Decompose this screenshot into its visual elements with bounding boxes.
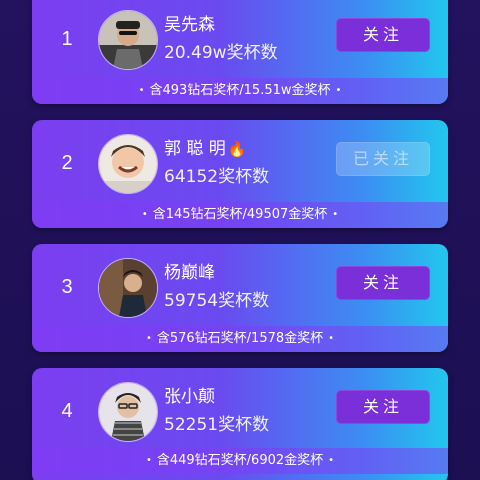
user-name[interactable]: 吴先森 (164, 10, 215, 35)
trophy-summary: • 含576钻石奖杯/1578金奖杯 • (32, 326, 448, 352)
rank-number: 3 (61, 276, 73, 298)
user-avatar-icon[interactable] (98, 258, 158, 318)
follow-button[interactable]: 关注 (336, 266, 430, 300)
rank-number: 2 (61, 152, 73, 174)
user-name[interactable]: 郭 聪 明 🔥 (164, 134, 247, 159)
trophy-summary-text: 含576钻石奖杯/1578金奖杯 (156, 331, 324, 346)
trophy-count: 64152奖杯数 (164, 167, 270, 187)
user-avatar-icon[interactable] (98, 10, 158, 70)
ranking-screen: 1 吴先森 20.49w奖杯数 关注 • 含493钻石奖杯/15.51w金奖杯 • … (0, 0, 480, 480)
rank-card[interactable]: 2 郭 聪 明 🔥 64152奖杯数 已关注 • 含145钻石奖杯/49507金奖杯… (32, 120, 448, 228)
rank-card[interactable]: 1 吴先森 20.49w奖杯数 关注 • 含493钻石奖杯/15.51w金奖杯 • (32, 0, 448, 104)
trophy-summary: • 含449钻石奖杯/6902金奖杯 • (32, 448, 448, 474)
trophy-summary: • 含145钻石奖杯/49507金奖杯 • (32, 202, 448, 228)
rank-number: 1 (61, 28, 73, 50)
fire-icon: 🔥 (227, 140, 247, 158)
trophy-count: 20.49w奖杯数 (164, 43, 278, 63)
bullet-icon: • (328, 333, 335, 344)
user-avatar-icon[interactable] (98, 382, 158, 442)
bullet-icon: • (328, 455, 335, 466)
bullet-icon: • (335, 85, 342, 96)
trophy-count: 59754奖杯数 (164, 291, 270, 311)
user-name[interactable]: 杨巅峰 (164, 258, 215, 283)
bullet-icon: • (138, 85, 145, 96)
rank-number: 4 (61, 400, 73, 422)
bullet-icon: • (145, 333, 152, 344)
rank-card[interactable]: 4 张小颠 52251奖杯数 关注 • 含449钻石奖杯/6902金奖杯 • (32, 368, 448, 480)
trophy-summary: • 含493钻石奖杯/15.51w金奖杯 • (32, 78, 448, 104)
trophy-count: 52251奖杯数 (164, 415, 270, 435)
user-name-text: 郭 聪 明 (164, 139, 226, 159)
followed-button[interactable]: 已关注 (336, 142, 430, 176)
bullet-icon: • (332, 209, 339, 220)
trophy-summary-text: 含449钻石奖杯/6902金奖杯 (156, 453, 324, 468)
bullet-icon: • (141, 209, 148, 220)
trophy-summary-text: 含145钻石奖杯/49507金奖杯 (152, 207, 328, 222)
trophy-summary-text: 含493钻石奖杯/15.51w金奖杯 (149, 83, 331, 98)
rank-card[interactable]: 3 杨巅峰 59754奖杯数 关注 • 含576钻石奖杯/1578金奖杯 • (32, 244, 448, 352)
bullet-icon: • (145, 455, 152, 466)
user-name[interactable]: 张小颠 (164, 382, 215, 407)
user-avatar-icon[interactable] (98, 134, 158, 194)
follow-button[interactable]: 关注 (336, 18, 430, 52)
follow-button[interactable]: 关注 (336, 390, 430, 424)
